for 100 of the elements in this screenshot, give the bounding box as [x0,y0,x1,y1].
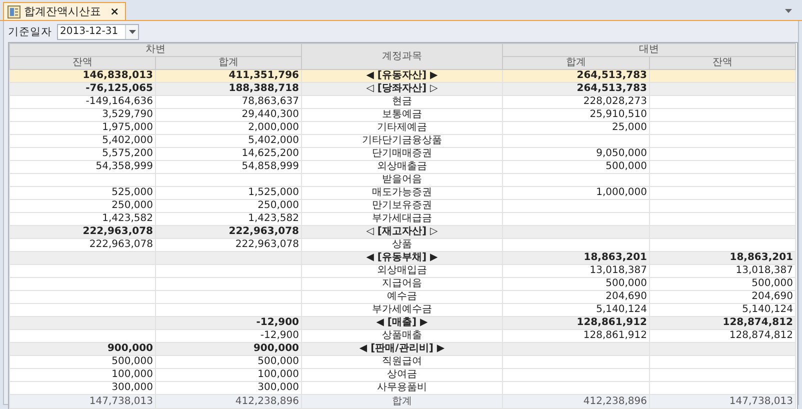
table-cell: 222,963,078 [89,240,153,250]
table-cell: 외상매출금 [377,162,427,172]
document-icon [7,4,21,18]
table-cell: 100,000 [112,370,153,380]
table-cell: 500,000 [606,278,647,289]
table-cell: 204,690 [752,292,793,302]
total-cell: 147,738,013 [729,396,793,406]
table-cell: 부가세예수금 [372,304,432,315]
table-cell: 18,863,201 [730,252,793,263]
table-cell: ◀ [유동부채] ▶ [366,252,438,263]
table-cell: 5,402,000 [102,136,153,146]
column-header[interactable]: 합계 [502,56,650,70]
table-cell: 기타제예금 [377,122,427,133]
table-cell: 보통예금 [382,110,422,120]
table-cell: 100,000 [258,370,299,380]
table-cell: 411,351,796 [228,70,299,81]
table-cell: 500,000 [112,356,153,367]
column-header[interactable]: 잔액 [650,56,796,70]
table-cell: 54,858,999 [242,162,299,172]
column-header[interactable]: 합계 [156,56,302,70]
column-header: 차변 [10,44,302,56]
table-cell: 128,861,912 [576,318,647,328]
table-cell: 만기보유증권 [372,200,432,211]
table-cell: 264,513,783 [576,70,647,81]
table-cell: 외상매입금 [377,266,427,276]
table-cell: 13,018,387 [736,266,793,276]
table-cell: 받을어음 [382,174,422,185]
date-field[interactable]: 2013-12-31 [57,24,139,40]
table-cell: 1,975,000 [102,122,153,133]
table-cell: 1,525,000 [248,188,299,198]
table-cell: 18,863,201 [584,252,647,263]
table-cell: 3,529,790 [102,110,153,120]
total-cell: 147,738,013 [89,396,153,406]
table-cell: 500,000 [752,278,793,289]
table-cell: 단기매매증권 [372,148,432,159]
table-cell: 146,838,013 [82,70,153,81]
tab-title: 합계잔액시산표 [24,4,101,19]
table-cell: 기타단기금융상품 [362,136,442,146]
document-tab[interactable]: 합계잔액시산표 × [3,2,126,20]
table-cell: ◀ [유동자산] ▶ [366,70,438,81]
table-cell: -149,164,636 [86,96,153,107]
table-cell: 예수금 [387,292,417,302]
table-cell: -12,900 [260,330,299,341]
table-cell: 525,000 [112,188,153,198]
table-cell: 250,000 [258,200,299,211]
table-cell: 25,910,510 [590,110,647,120]
table-cell: 상품 [392,240,412,250]
table-cell: ◁ [당좌자산] ▷ [366,84,438,94]
column-header: 대변 [502,44,796,56]
table-cell: 900,000 [253,344,299,354]
table-cell: -12,900 [256,318,299,328]
table-cell: 188,388,718 [228,84,299,94]
column-header[interactable]: 잔액 [10,56,156,70]
table-cell: 78,863,637 [242,96,299,107]
table-cell: 지급어음 [382,278,422,289]
table-cell: 상품매출 [382,330,422,341]
table-cell: -76,125,065 [86,84,153,94]
table-cell: 1,000,000 [596,188,647,198]
caret-icon [128,30,136,34]
table-cell: 29,440,300 [242,110,299,120]
table-cell: ◁ [재고자산] ▷ [366,226,438,237]
date-label: 기준일자 [8,24,52,38]
tab-list-icon[interactable] [785,9,792,13]
table-cell: 500,000 [258,356,299,367]
table-cell: 직원급여 [382,356,422,367]
table-cell: 128,874,812 [722,318,793,328]
total-cell: 412,238,896 [583,396,647,406]
table-cell: 222,963,078 [235,240,299,250]
table-cell: 5,140,124 [742,304,793,315]
table-cell: 228,028,273 [583,96,647,107]
table-cell: 900,000 [107,344,153,354]
total-cell: 합계 [392,396,412,406]
table-cell: 25,000 [612,122,647,133]
table-cell: 5,140,124 [596,304,647,315]
table-cell: 2,000,000 [248,122,299,133]
table-cell: 14,625,200 [242,148,299,159]
table-cell: 상여금 [387,370,417,380]
table-cell: 222,963,078 [228,226,299,237]
table-cell: 128,874,812 [729,330,793,341]
table-cell: 222,963,078 [82,226,153,237]
table-cell: 1,423,582 [248,214,299,224]
table-cell: 5,402,000 [248,136,299,146]
table-cell: ◀ [판매/관리비] ▶ [359,344,445,354]
table-cell: 현금 [392,96,412,107]
table-cell: 54,358,999 [96,162,153,172]
table-cell: 사무용품비 [377,382,427,393]
table-cell: 13,018,387 [590,266,647,276]
table-cell: 매도가능증권 [372,188,432,198]
table-cell: 5,575,200 [102,148,153,159]
column-header: 계정과목 [302,44,502,70]
table-cell: 128,861,912 [583,330,647,341]
total-cell: 412,238,896 [235,396,299,406]
table-cell: 9,050,000 [596,148,647,159]
table-cell: 500,000 [606,162,647,172]
table-cell: 300,000 [258,382,299,393]
close-button[interactable]: × [110,5,120,18]
table-cell: 250,000 [112,200,153,211]
table-cell: 204,690 [606,292,647,302]
table-cell: 1,423,582 [102,214,153,224]
table-cell: 부가세대급금 [372,214,432,224]
